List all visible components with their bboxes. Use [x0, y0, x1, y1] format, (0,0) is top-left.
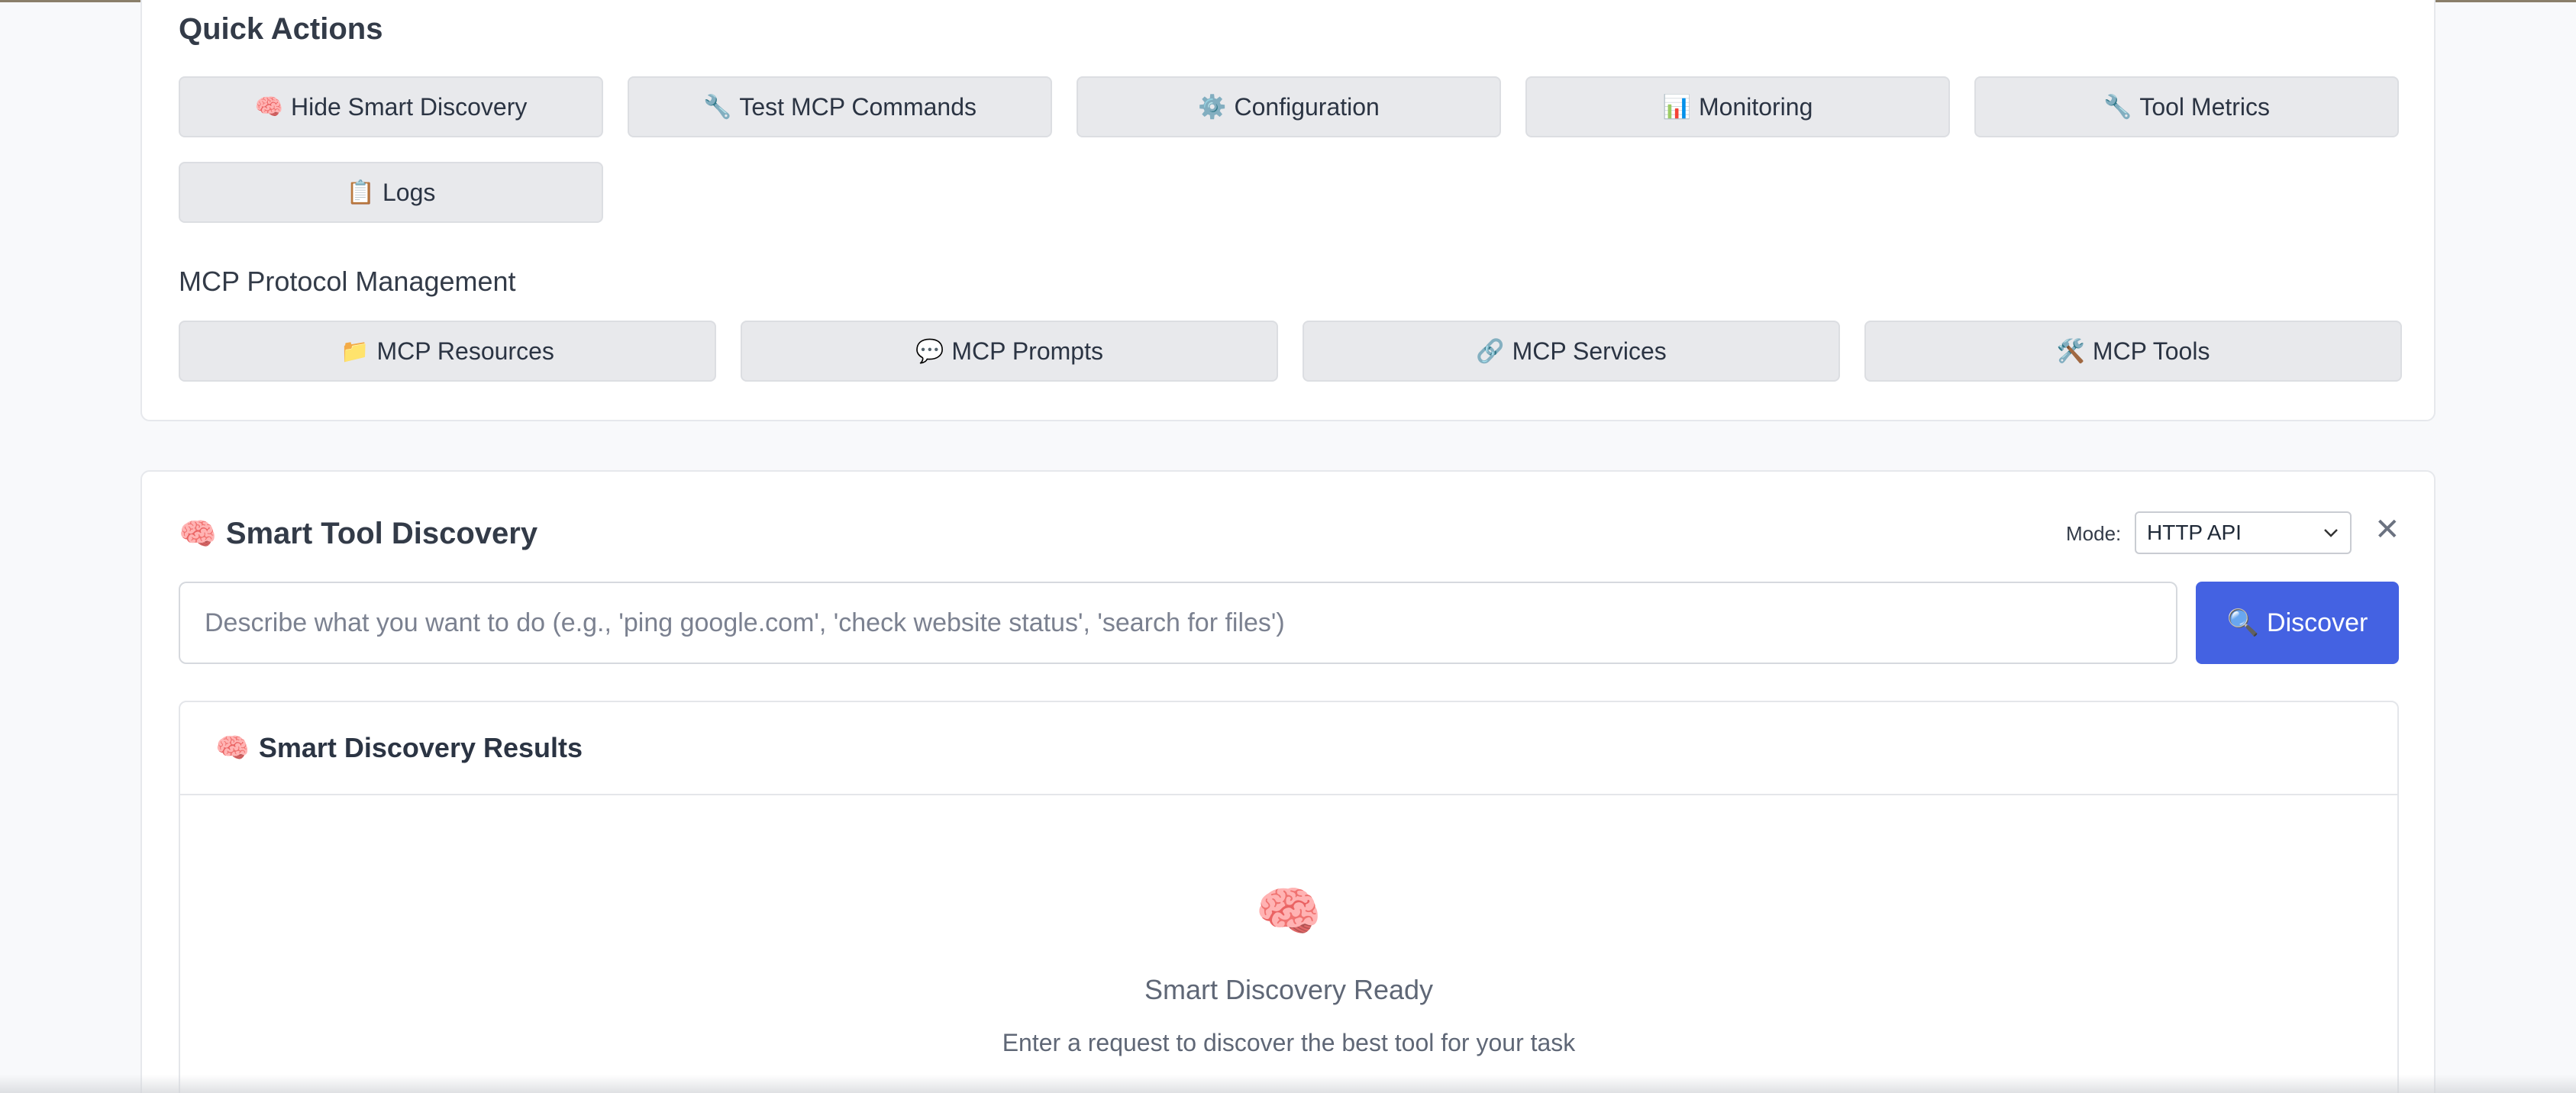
mode-selected-value: HTTP API: [2147, 521, 2242, 544]
discover-label: Discover: [2267, 608, 2368, 637]
empty-state-subtitle: Enter a request to discover the best too…: [1002, 1029, 1576, 1056]
monitoring-button[interactable]: 📊 Monitoring: [1525, 76, 1950, 137]
configuration-button[interactable]: ⚙️ Configuration: [1077, 76, 1501, 137]
wrench-icon: 🔧: [2103, 94, 2132, 120]
tool-metrics-button[interactable]: 🔧 Tool Metrics: [1974, 76, 2399, 137]
mode-label: Mode:: [2066, 522, 2122, 545]
smart-discovery-panel: 🧠 Smart Tool Discovery Mode: HTTP API ✕ …: [140, 470, 2436, 1093]
button-label: MCP Services: [1512, 337, 1667, 365]
close-icon[interactable]: ✕: [2374, 514, 2400, 545]
discover-button[interactable]: 🔍 Discover: [2196, 582, 2399, 664]
discovery-results-panel: 🧠 Smart Discovery Results 🧠 Smart Discov…: [179, 701, 2399, 1093]
brain-icon: 🧠: [215, 732, 250, 763]
discovery-search-input[interactable]: Describe what you want to do (e.g., 'pin…: [179, 582, 2177, 664]
clipboard-icon: 📋: [346, 179, 375, 205]
quick-actions-panel: Quick Actions 🧠 Hide Smart Discovery 🔧 T…: [140, 0, 2436, 421]
button-label: MCP Prompts: [951, 337, 1103, 365]
tools-icon: 🛠️: [2056, 338, 2085, 364]
quick-actions-title: Quick Actions: [179, 12, 383, 46]
button-label: Hide Smart Discovery: [290, 92, 528, 121]
folder-icon: 📁: [341, 338, 370, 364]
button-label: MCP Tools: [2092, 337, 2210, 365]
button-label: Monitoring: [1698, 92, 1813, 121]
smart-discovery-title: 🧠 Smart Tool Discovery: [179, 516, 537, 552]
link-icon: 🔗: [1476, 338, 1505, 364]
button-label: Logs: [382, 178, 436, 206]
mcp-prompts-button[interactable]: 💬 MCP Prompts: [741, 321, 1278, 382]
search-placeholder: Describe what you want to do (e.g., 'pin…: [205, 608, 1285, 637]
empty-state-title: Smart Discovery Ready: [1144, 974, 1434, 1005]
gear-icon: ⚙️: [1198, 94, 1227, 120]
smart-discovery-title-text: Smart Tool Discovery: [225, 517, 538, 550]
results-title: Smart Discovery Results: [258, 732, 583, 763]
button-label: Tool Metrics: [2139, 92, 2271, 121]
brain-icon: 🧠: [1255, 882, 1322, 941]
logs-button[interactable]: 📋 Logs: [179, 162, 603, 223]
search-icon: 🔍: [2226, 608, 2260, 637]
button-label: MCP Resources: [376, 337, 554, 365]
brain-icon: 🧠: [179, 517, 217, 551]
results-empty-state: 🧠 Smart Discovery Ready Enter a request …: [180, 795, 2397, 1093]
button-label: Configuration: [1234, 92, 1380, 121]
mode-select[interactable]: HTTP API: [2135, 511, 2352, 554]
mcp-management-title: MCP Protocol Management: [179, 266, 516, 297]
bottom-shadow: [0, 1075, 2576, 1093]
mcp-tools-button[interactable]: 🛠️ MCP Tools: [1864, 321, 2402, 382]
brain-icon: 🧠: [254, 94, 283, 120]
chevron-down-icon: [2324, 529, 2338, 537]
mcp-resources-button[interactable]: 📁 MCP Resources: [179, 321, 716, 382]
wrench-icon: 🔧: [703, 94, 732, 120]
mcp-services-button[interactable]: 🔗 MCP Services: [1303, 321, 1840, 382]
bar-chart-icon: 📊: [1662, 94, 1691, 120]
test-mcp-commands-button[interactable]: 🔧 Test MCP Commands: [628, 76, 1052, 137]
hide-smart-discovery-button[interactable]: 🧠 Hide Smart Discovery: [179, 76, 603, 137]
button-label: Test MCP Commands: [739, 92, 976, 121]
speech-bubble-icon: 💬: [915, 338, 944, 364]
results-header: 🧠 Smart Discovery Results: [180, 702, 2397, 795]
